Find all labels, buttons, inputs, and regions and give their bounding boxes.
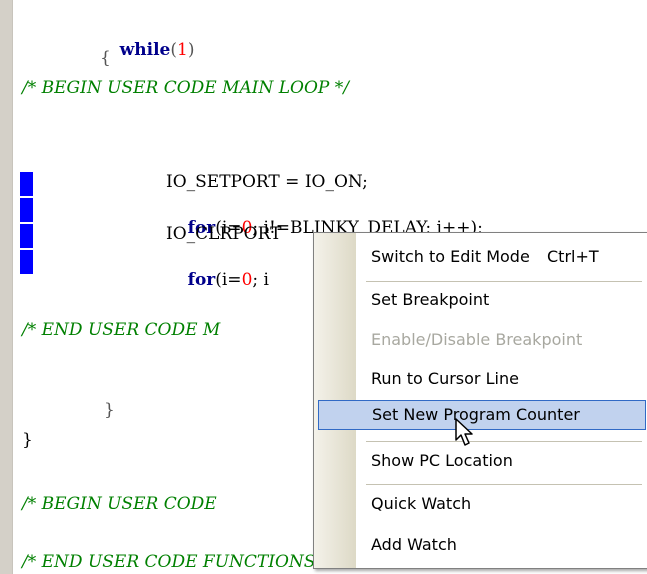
code-keyword: while xyxy=(119,40,171,60)
breakpoint-marker[interactable] xyxy=(20,224,33,248)
menu-item-label: Show PC Location xyxy=(371,451,513,470)
breakpoint-marker[interactable] xyxy=(20,250,33,274)
menu-item-label: Add Watch xyxy=(371,535,457,554)
menu-item-label: Switch to Edit Mode xyxy=(371,247,530,266)
code-line-while: while(1) xyxy=(98,20,195,80)
code-text: ; i xyxy=(252,270,269,290)
code-line-setport: IO_SETPORT = IO_ON; xyxy=(166,172,368,192)
menu-separator xyxy=(366,484,642,485)
code-line-for-loop-2: for(i=0; i xyxy=(166,250,269,310)
code-comment-end-main-loop: /* END USER CODE M xyxy=(22,320,221,340)
editor-gutter[interactable] xyxy=(0,0,13,574)
code-text: ) xyxy=(187,40,195,60)
code-comment-end-functions2: /* END USER CODE FUNCTIONS2 */ xyxy=(22,552,346,572)
code-text: ( xyxy=(170,40,177,60)
menu-item-label: Quick Watch xyxy=(371,494,472,513)
menu-item-set-new-program-counter[interactable]: Set New Program Counter xyxy=(318,400,646,430)
mouse-pointer-icon xyxy=(455,418,473,446)
menu-separator xyxy=(366,441,642,442)
menu-item-label: Enable/Disable Breakpoint xyxy=(371,330,583,349)
menu-item-label: Set Breakpoint xyxy=(371,290,490,309)
code-line-brace-close-outer: } xyxy=(22,430,33,450)
menu-item-run-to-cursor-line[interactable]: Run to Cursor Line xyxy=(357,364,647,394)
code-text: (i= xyxy=(215,270,242,290)
menu-item-set-breakpoint[interactable]: Set Breakpoint xyxy=(357,285,647,315)
menu-item-switch-to-edit-mode[interactable]: Switch to Edit Mode Ctrl+T xyxy=(357,242,647,272)
menu-item-show-pc-location[interactable]: Show PC Location xyxy=(357,446,647,476)
code-keyword: for xyxy=(187,270,216,290)
code-number: 0 xyxy=(241,270,253,290)
context-menu: Switch to Edit Mode Ctrl+T Set Breakpoin… xyxy=(313,232,647,569)
code-comment-begin-user-code: /* BEGIN USER CODE xyxy=(22,494,217,514)
menu-item-quick-watch[interactable]: Quick Watch xyxy=(357,489,647,519)
breakpoint-marker[interactable] xyxy=(20,172,33,196)
menu-item-shortcut: Ctrl+T xyxy=(547,247,599,266)
code-number: 1 xyxy=(177,40,188,60)
breakpoint-marker[interactable] xyxy=(20,198,33,222)
menu-item-label: Run to Cursor Line xyxy=(371,369,519,388)
code-comment-begin-main-loop: /* BEGIN USER CODE MAIN LOOP */ xyxy=(22,78,349,98)
code-line-brace-close-inner: } xyxy=(104,400,115,420)
menu-separator xyxy=(366,281,642,282)
menu-item-enable-disable-breakpoint: Enable/Disable Breakpoint xyxy=(357,325,647,355)
code-line-clrport: IO_CLRPORT xyxy=(166,224,282,244)
code-line-brace-open: { xyxy=(100,48,111,68)
menu-item-add-watch[interactable]: Add Watch xyxy=(357,530,647,560)
